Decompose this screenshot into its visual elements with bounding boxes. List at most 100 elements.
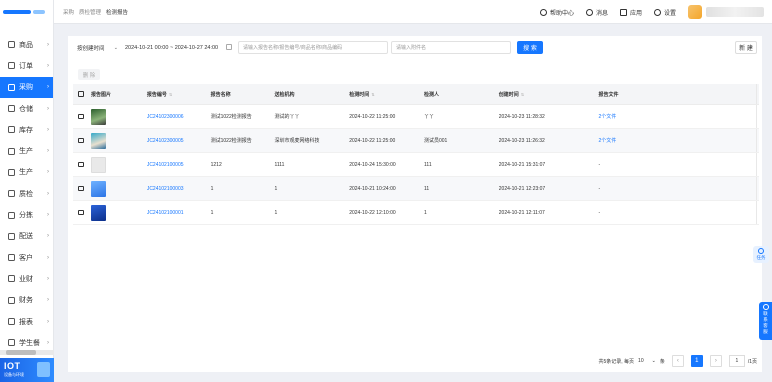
apps-label: 应用: [629, 10, 642, 17]
sidebar-item-label: 学生餐: [19, 339, 40, 347]
chevron-right-icon: ›: [47, 254, 49, 261]
breadcrumb-item[interactable]: 质检管理: [79, 8, 101, 16]
avatar[interactable]: [688, 5, 702, 19]
sort-icon[interactable]: ⇅: [169, 92, 172, 97]
select-all-checkbox[interactable]: [78, 91, 84, 97]
report-code-link[interactable]: JC24102300006: [147, 114, 184, 120]
chevron-down-icon: ⌄: [113, 44, 118, 51]
search-button[interactable]: 搜 索: [517, 41, 543, 54]
user-name-blurred[interactable]: [706, 7, 764, 17]
chevron-right-icon: ›: [47, 169, 49, 176]
headset-icon: [762, 304, 769, 310]
report-code-link[interactable]: JC24102100005: [147, 162, 184, 168]
customer-service-float-button[interactable]: 联系客服: [759, 302, 772, 340]
sort-icon[interactable]: ⇅: [521, 92, 524, 97]
tester: 1: [424, 209, 427, 216]
next-page-button[interactable]: ›: [709, 355, 722, 367]
column-header: 创建时间: [498, 91, 519, 98]
chevron-right-icon: ›: [47, 105, 49, 112]
sidebar-item-label: 报表: [19, 318, 33, 326]
test-time: 2024-10-22 11:25:00: [349, 137, 396, 144]
created-time: 2024-10-21 12:11:07: [498, 209, 545, 216]
sidebar-item[interactable]: 财务 ›: [0, 290, 53, 311]
sidebar-item[interactable]: 订单 ›: [0, 55, 53, 76]
sidebar-item-label: 生产: [19, 148, 33, 156]
attachment-search-input[interactable]: 请输入附件名: [391, 41, 511, 54]
iot-promo-banner[interactable]: IOT 设备与环境: [0, 358, 54, 382]
row-checkbox[interactable]: [78, 185, 84, 192]
sidebar-item[interactable]: 生产 ›: [0, 162, 53, 183]
tester: 测试员001: [424, 138, 448, 144]
menu-icon: [8, 83, 15, 91]
prev-page-button[interactable]: ‹: [671, 355, 684, 367]
table-row: JC24102300005 测试1022检测报告 深圳市观麦网络科技 2024-10-…: [73, 129, 759, 153]
test-time: 2024-10-24 15:30:00: [349, 161, 396, 168]
sidebar-scrollbar[interactable]: [0, 350, 54, 355]
breadcrumb: 采购 质检管理 检测报告: [54, 8, 128, 16]
report-thumbnail[interactable]: [90, 108, 106, 125]
inspection-org: 1111: [274, 161, 285, 168]
sidebar-item-label: 财务: [19, 297, 33, 305]
sidebar-item[interactable]: 仓储 ›: [0, 98, 53, 119]
task-float-button[interactable]: 任务: [753, 246, 769, 263]
inspection-org: 测试的丫丫: [274, 114, 300, 120]
chevron-right-icon: ›: [47, 318, 49, 325]
sidebar-item[interactable]: 库存 ›: [0, 119, 53, 140]
report-name: 1: [210, 209, 214, 216]
report-files: -: [598, 209, 601, 216]
row-checkbox[interactable]: [78, 161, 84, 168]
row-checkbox[interactable]: [78, 113, 84, 120]
row-checkbox[interactable]: [78, 137, 84, 144]
sidebar-item[interactable]: 商品 ›: [0, 34, 53, 55]
keyword-search-input[interactable]: 请输入报告名称/报告编号/商品名称/商品编码: [238, 41, 388, 54]
bell-icon: [585, 8, 593, 16]
report-thumbnail[interactable]: [90, 132, 106, 149]
sidebar-item[interactable]: 分拣 ›: [0, 204, 53, 225]
sidebar-item[interactable]: 质检 ›: [0, 183, 53, 204]
report-code-link[interactable]: JC24102300005: [147, 138, 184, 144]
chevron-right-icon: ›: [47, 41, 49, 48]
report-code-link[interactable]: JC24102100003: [147, 186, 184, 192]
page-number-button[interactable]: 1: [690, 355, 703, 367]
breadcrumb-item[interactable]: 采购: [63, 8, 74, 16]
sidebar-item[interactable]: 客户 ›: [0, 247, 53, 268]
tester: 11: [424, 185, 430, 192]
menu-icon: [8, 232, 15, 240]
report-files[interactable]: 2个文件: [598, 113, 616, 120]
sidebar-item[interactable]: 业财 ›: [0, 268, 53, 289]
menu-icon: [8, 339, 15, 347]
sidebar-item[interactable]: 配送 ›: [0, 226, 53, 247]
sort-icon[interactable]: ⇅: [371, 92, 374, 97]
test-time: 2024-10-21 10:24:00: [349, 185, 396, 192]
report-code-link[interactable]: JC24102100001: [147, 210, 184, 216]
sidebar-item[interactable]: 报表 ›: [0, 311, 53, 332]
batch-delete-button[interactable]: 删 除: [78, 69, 100, 80]
report-thumbnail[interactable]: [90, 156, 106, 173]
report-files[interactable]: 2个文件: [598, 137, 616, 144]
menu-icon: [8, 105, 15, 113]
page-size-select[interactable]: 10 ⌄: [638, 358, 656, 364]
report-thumbnail[interactable]: [90, 180, 106, 197]
sidebar-item-label: 客户: [19, 254, 33, 262]
settings-button[interactable]: 设置: [653, 8, 676, 17]
report-table: 报告图片 报告编号 ⇅ 报告名称 送检机构 检测时间 ⇅ 检测人 创建时间 ⇅ 报告文…: [73, 84, 759, 225]
date-range-picker[interactable]: 2024-10-21 00:00 ~ 2024-10-27 24:00: [121, 41, 235, 54]
new-button[interactable]: 新 建: [735, 41, 757, 54]
menu-icon: [8, 211, 15, 219]
sidebar-item[interactable]: 采购 ›: [0, 76, 53, 98]
page-jump-input[interactable]: 1: [728, 355, 745, 367]
help-icon: [539, 8, 547, 16]
inspection-org: 深圳市观麦网络科技: [274, 138, 320, 144]
sidebar-item-label: 订单: [19, 62, 33, 70]
messages-button[interactable]: 消息: [585, 8, 608, 17]
sidebar-item[interactable]: 生产 ›: [0, 140, 53, 161]
time-type-select[interactable]: 按创建时间 ⌄: [73, 41, 121, 54]
page-size-unit: 条: [659, 358, 665, 365]
sidebar-item-label: 业财: [19, 275, 33, 283]
help-center-button[interactable]: 帮助中心: [539, 8, 574, 17]
apps-button[interactable]: 应用: [619, 8, 642, 17]
row-checkbox[interactable]: [78, 209, 84, 216]
report-thumbnail[interactable]: [90, 204, 106, 221]
spacer-cell: [694, 129, 758, 152]
report-name: 1212: [210, 161, 222, 168]
